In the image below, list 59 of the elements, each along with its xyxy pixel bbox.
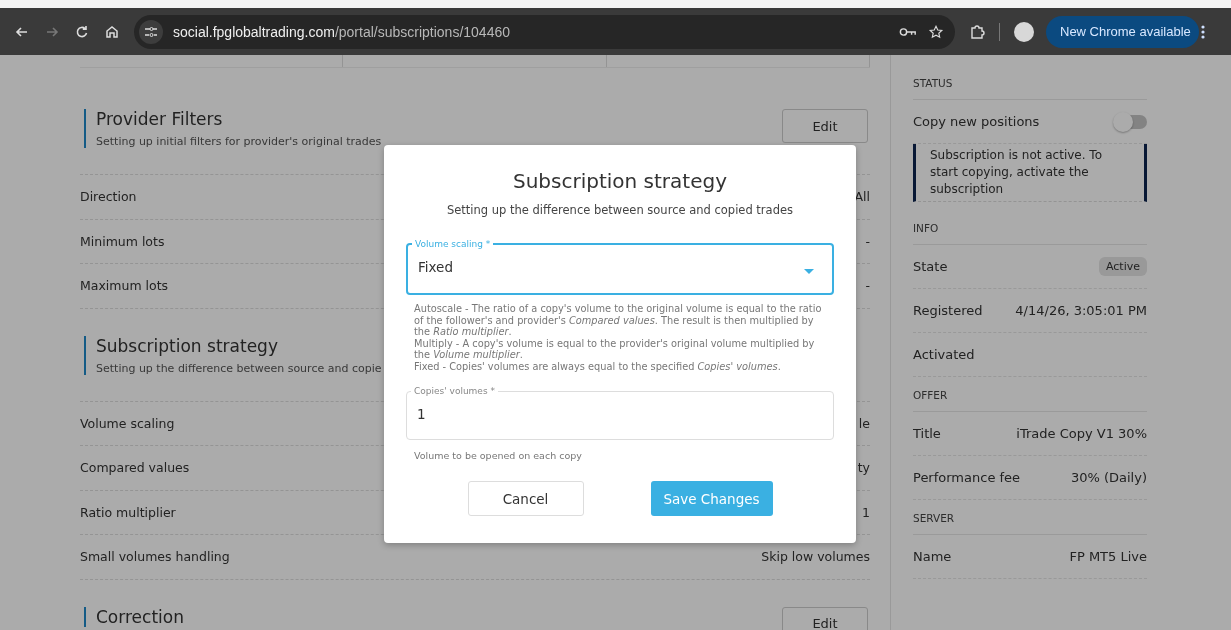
- info-label: Name: [913, 549, 952, 564]
- dialog-title: Subscription strategy: [511, 169, 728, 193]
- info-value: 30% (Daily): [1070, 470, 1147, 485]
- section-title: Provider Filters: [96, 109, 224, 129]
- info-value: 4/14/26, 3:05:01 PM: [1015, 303, 1147, 318]
- field-hint: Volume to be opened on each copy: [414, 450, 582, 461]
- update-button[interactable]: New Chrome available: [1046, 15, 1199, 48]
- section-description: Setting up the difference between source and copie: [96, 361, 382, 375]
- row-value: 1: [862, 504, 870, 520]
- info-label: Performance fee: [913, 470, 1021, 485]
- address-bar[interactable]: social.fpglobaltrading.com/portal/subscriptions/104460: [134, 14, 955, 49]
- panel-heading: SERVER: [913, 512, 955, 524]
- info-label: Activated: [913, 347, 975, 362]
- row-value: le: [858, 415, 870, 431]
- info-label: Title: [913, 426, 941, 441]
- notice-message: Subscription is not active. To start copying, activate the subscription: [913, 144, 1147, 202]
- section-description: Setting up initial filters for provider's original trades: [96, 135, 382, 148]
- state-badge: Active: [1098, 257, 1147, 276]
- cancel-button[interactable]: Cancel: [467, 481, 584, 516]
- info-label: State: [913, 259, 948, 274]
- url-text: social.fpglobaltrading.com/portal/subscriptions/104460: [173, 23, 511, 40]
- row-label: Small volumes handling: [80, 549, 230, 565]
- row-label: Maximum lots: [80, 278, 169, 294]
- info-value: FP MT5 Live: [1069, 549, 1147, 564]
- edit-button[interactable]: Edit: [782, 109, 868, 143]
- row-label: Direction: [80, 189, 137, 205]
- toggle-label: Copy new positions: [913, 114, 1040, 129]
- section-title: Correction: [96, 606, 184, 627]
- help-text: Multiply - A copy's volume is equal to the provider's original volume multiplied by the Volume multiplier.: [414, 337, 816, 361]
- site-info-icon[interactable]: [139, 19, 163, 44]
- row-label: Ratio multiplier: [80, 504, 176, 520]
- row-label: Minimum lots: [80, 233, 165, 249]
- profile-avatar-icon[interactable]: [1014, 21, 1034, 42]
- panel-heading: INFO: [913, 222, 939, 234]
- row-label: Volume scaling: [80, 415, 175, 431]
- info-value: iTrade Copy V1 30%: [1016, 426, 1147, 441]
- star-icon[interactable]: [927, 24, 945, 39]
- section-title: Subscription strategy: [96, 335, 279, 356]
- toggle-switch[interactable]: [1115, 114, 1147, 129]
- caret-icon: [804, 269, 814, 274]
- info-label: Registered: [913, 303, 983, 318]
- home-icon[interactable]: [104, 23, 120, 40]
- row-label: Compared values: [80, 460, 190, 476]
- panel-heading: STATUS: [913, 77, 953, 89]
- row-value: Skip low volumes: [761, 549, 870, 565]
- extension-icon[interactable]: [969, 23, 985, 40]
- row-value: -: [865, 233, 870, 249]
- reload-icon[interactable]: [74, 23, 90, 40]
- menu-icon[interactable]: [1200, 23, 1205, 40]
- edit-button[interactable]: Edit: [782, 606, 868, 630]
- dialog-subtitle: Setting up the difference between source and copied trades: [445, 203, 794, 217]
- row-value: ty: [857, 460, 870, 476]
- help-text: Fixed - Copies' volumes are always equal to the specified Copies' volumes.: [414, 360, 782, 372]
- row-value: All: [854, 189, 870, 205]
- help-text: Autoscale - The ratio of a copy's volume to the original volume is equal to the ratio of the follower's and provider's Compared values. The result is then multiplied by the Ratio multiplier.: [414, 303, 823, 338]
- row-value: -: [865, 278, 870, 294]
- panel-heading: OFFER: [913, 389, 948, 401]
- volume-scaling-select[interactable]: Volume scaling * Fixed: [406, 239, 834, 295]
- copies-volumes-field[interactable]: Copies' volumes * 1: [406, 386, 834, 440]
